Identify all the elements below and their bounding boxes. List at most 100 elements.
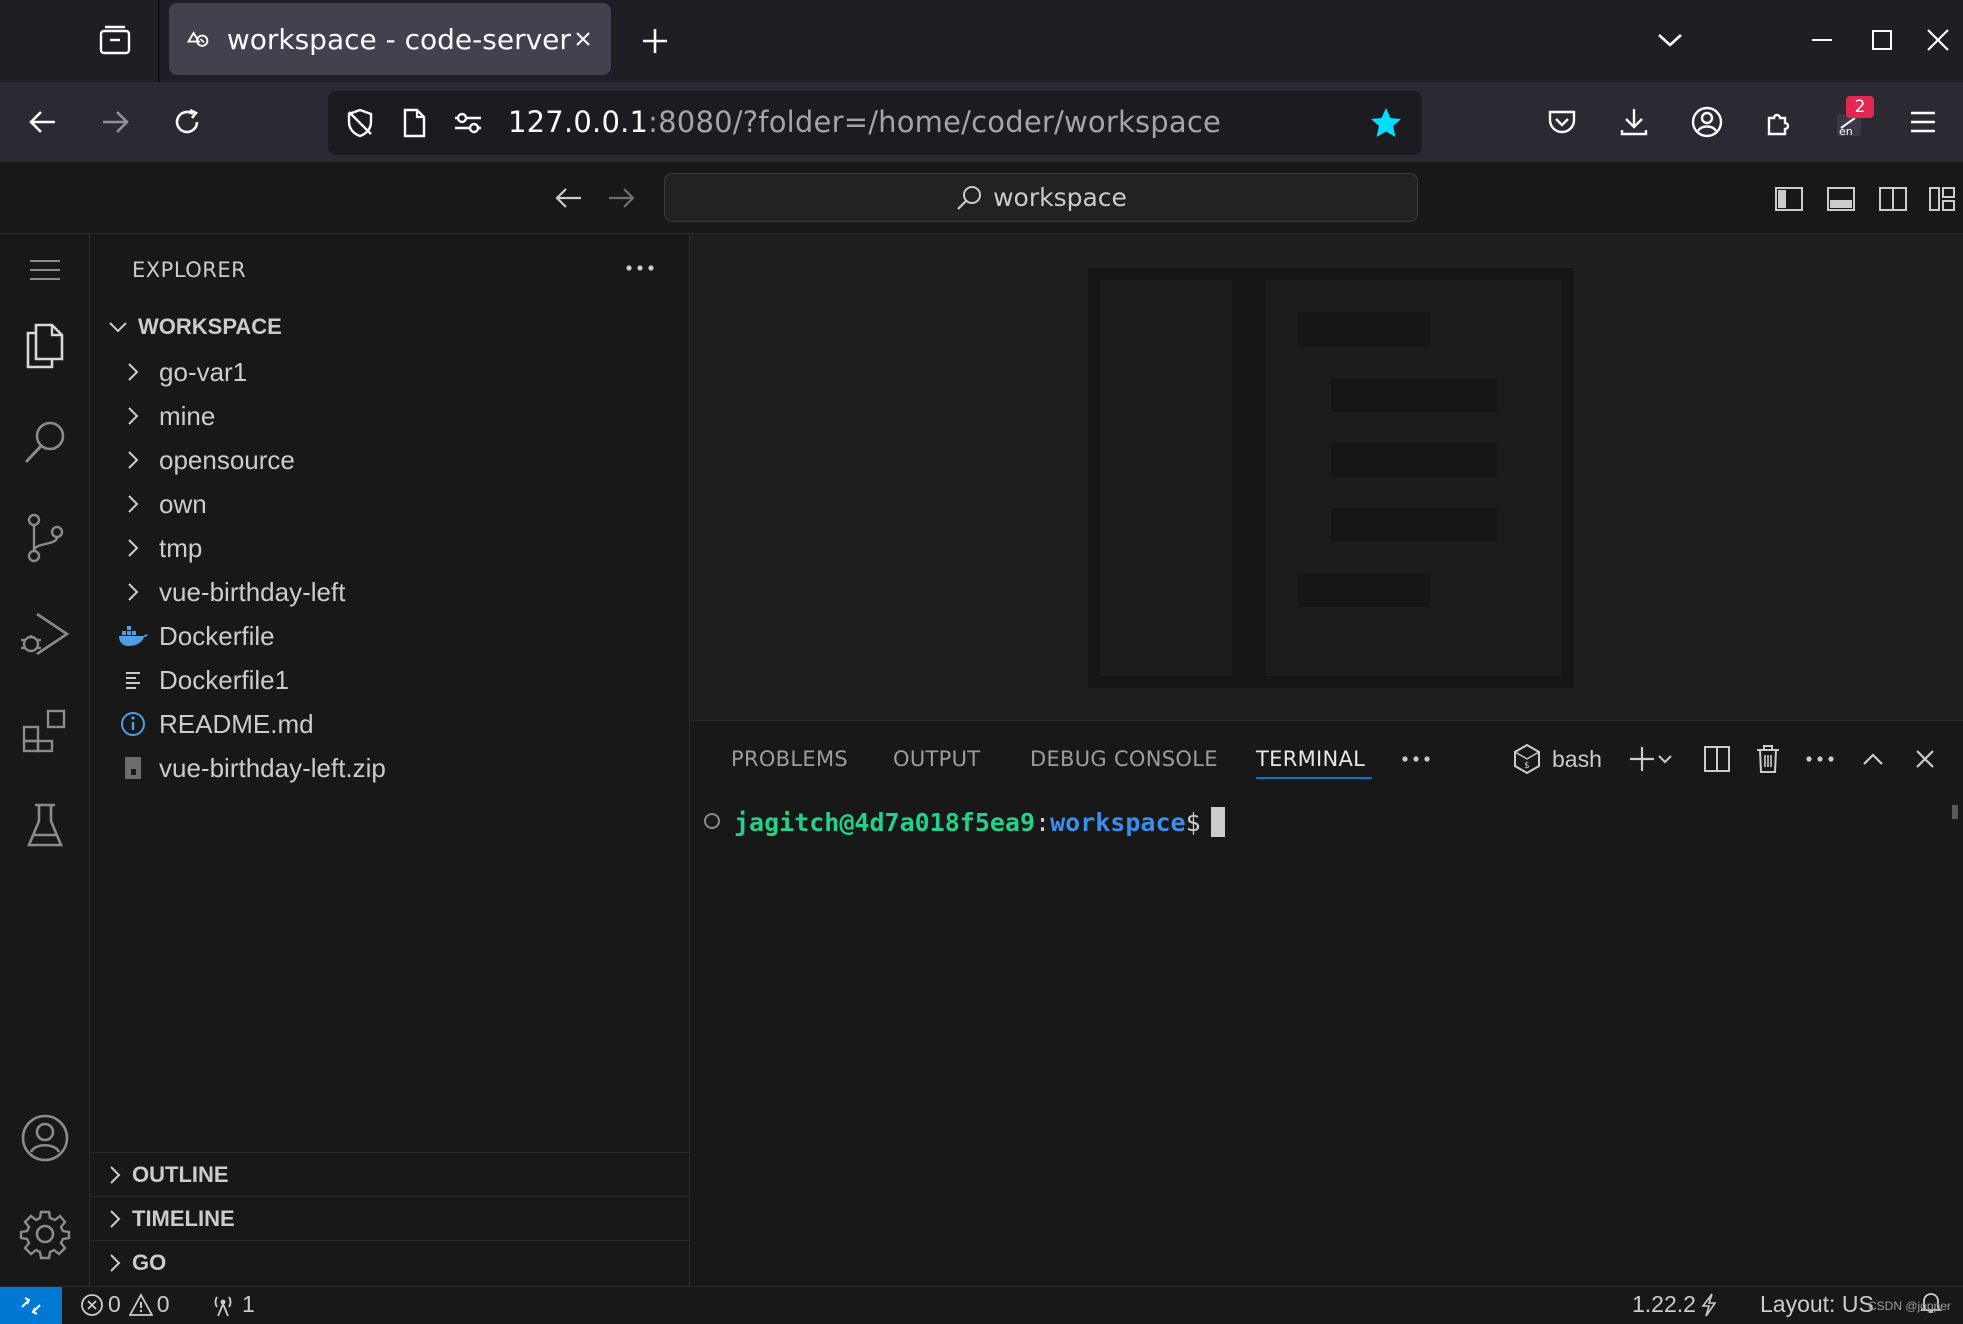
activity-run-debug[interactable] bbox=[13, 602, 77, 666]
terminal-prompt[interactable]: jagitch@4d7a018f5ea9:workspace$ bbox=[734, 807, 1225, 837]
tab-debug-console[interactable]: DEBUG CONSOLE bbox=[1030, 747, 1218, 771]
arrow-left-icon bbox=[555, 188, 581, 208]
tree-file-dockerfile[interactable]: Dockerfile bbox=[90, 614, 690, 658]
account-button[interactable] bbox=[1683, 98, 1731, 146]
tracking-protection-icon[interactable] bbox=[342, 105, 378, 141]
more-horizontal-icon bbox=[1402, 756, 1430, 762]
info-icon bbox=[118, 709, 148, 739]
tree-folder-vue-birthday-left[interactable]: vue-birthday-left bbox=[90, 570, 690, 614]
explorer-sidebar: EXPLORER WORKSPACE go-var1 mine opensour… bbox=[90, 234, 690, 1286]
activity-testing[interactable] bbox=[13, 794, 77, 858]
list-all-tabs-button[interactable] bbox=[1648, 20, 1692, 60]
activity-source-control[interactable] bbox=[13, 506, 77, 570]
section-outline[interactable]: OUTLINE bbox=[90, 1152, 690, 1196]
chevron-right-icon bbox=[118, 489, 148, 519]
chevron-right-icon bbox=[118, 401, 148, 431]
tab-problems[interactable]: PROBLEMS bbox=[731, 747, 848, 771]
tree-folder-go-var1[interactable]: go-var1 bbox=[90, 350, 690, 394]
terminal-launch-profile-button[interactable] bbox=[1652, 739, 1678, 779]
extensions-button[interactable] bbox=[1755, 98, 1803, 146]
split-terminal-button[interactable] bbox=[1697, 739, 1737, 779]
panel-more-actions-button[interactable] bbox=[1800, 739, 1840, 779]
tree-folder-mine[interactable]: mine bbox=[90, 394, 690, 438]
activity-search[interactable] bbox=[13, 410, 77, 474]
extensions-icon bbox=[22, 709, 66, 753]
menu-button[interactable] bbox=[13, 238, 77, 302]
section-timeline[interactable]: TIMELINE bbox=[90, 1196, 690, 1240]
tab-output[interactable]: OUTPUT bbox=[893, 747, 980, 771]
tree-folder-tmp[interactable]: tmp bbox=[90, 526, 690, 570]
tree-file-zip[interactable]: vue-birthday-left.zip bbox=[90, 746, 690, 790]
csdn-watermark: CSDN @jopper bbox=[1868, 1299, 1951, 1313]
explorer-title: EXPLORER bbox=[132, 258, 247, 282]
browser-tab-active[interactable]: workspace - code-server bbox=[169, 3, 611, 75]
terminal-shell-icon: $ bbox=[1514, 743, 1541, 775]
app-menu-button[interactable] bbox=[1899, 98, 1947, 146]
url-text[interactable]: 127.0.0.1:8080/?folder=/home/coder/works… bbox=[508, 105, 1221, 139]
close-icon bbox=[1927, 29, 1949, 51]
chevron-down-icon bbox=[1658, 34, 1682, 47]
prompt-directory: workspace bbox=[1050, 808, 1186, 837]
toggle-secondary-sidebar-button[interactable] bbox=[1875, 182, 1911, 216]
toggle-primary-sidebar-button[interactable] bbox=[1771, 182, 1807, 216]
address-bar[interactable]: 127.0.0.1:8080/?folder=/home/coder/works… bbox=[328, 91, 1422, 155]
maximize-panel-button[interactable] bbox=[1853, 739, 1893, 779]
tree-folder-opensource[interactable]: opensource bbox=[90, 438, 690, 482]
activity-extensions[interactable] bbox=[13, 698, 77, 762]
activity-accounts[interactable] bbox=[13, 1106, 77, 1170]
kill-terminal-button[interactable] bbox=[1748, 739, 1788, 779]
customize-layout-button[interactable] bbox=[1927, 182, 1957, 216]
workspace-folder-label: WORKSPACE bbox=[138, 314, 282, 339]
tree-item-label: mine bbox=[159, 400, 216, 431]
reload-button[interactable] bbox=[163, 98, 211, 146]
terminal-scrollbar[interactable] bbox=[1952, 805, 1958, 819]
tab-overview-button[interactable] bbox=[90, 18, 140, 64]
problems-status[interactable]: 0 0 bbox=[80, 1291, 170, 1318]
tree-item-label: Dockerfile1 bbox=[159, 664, 290, 695]
tree-file-dockerfile1[interactable]: Dockerfile1 bbox=[90, 658, 690, 702]
close-panel-button[interactable] bbox=[1905, 739, 1945, 779]
downloads-button[interactable] bbox=[1610, 98, 1658, 146]
url-path: :8080/?folder=/home/coder/workspace bbox=[648, 105, 1222, 139]
window-close-button[interactable] bbox=[1918, 20, 1958, 60]
reload-icon bbox=[175, 108, 199, 134]
bookmark-star-icon[interactable] bbox=[1368, 105, 1404, 141]
tree-file-readme[interactable]: README.md bbox=[90, 702, 690, 746]
chevron-up-icon bbox=[1863, 753, 1883, 765]
go-forward-button[interactable] bbox=[603, 180, 639, 216]
hamburger-menu-icon bbox=[1911, 111, 1935, 133]
editor-area[interactable] bbox=[690, 234, 1963, 720]
go-back-button[interactable] bbox=[551, 180, 587, 216]
toggle-panel-button[interactable] bbox=[1823, 182, 1859, 216]
browser-tab-strip: workspace - code-server bbox=[0, 0, 1963, 82]
pocket-button[interactable] bbox=[1538, 98, 1586, 146]
close-tab-icon[interactable] bbox=[571, 25, 595, 53]
section-go[interactable]: GO bbox=[90, 1240, 690, 1284]
browser-nav-toolbar: 127.0.0.1:8080/?folder=/home/coder/works… bbox=[0, 82, 1963, 162]
split-horizontal-icon bbox=[1704, 746, 1730, 772]
page-info-icon[interactable] bbox=[396, 105, 432, 141]
window-minimize-button[interactable] bbox=[1802, 20, 1842, 60]
minimize-icon bbox=[1812, 39, 1832, 41]
warning-icon bbox=[128, 1292, 153, 1316]
go-version-status[interactable]: 1.22.2 bbox=[1632, 1291, 1718, 1318]
command-center-search[interactable]: workspace bbox=[664, 173, 1418, 222]
tree-folder-own[interactable]: own bbox=[90, 482, 690, 526]
new-tab-button[interactable] bbox=[634, 20, 676, 62]
remote-indicator-button[interactable] bbox=[0, 1287, 62, 1324]
more-horizontal-icon bbox=[1806, 756, 1834, 762]
window-maximize-button[interactable] bbox=[1862, 20, 1902, 60]
tab-terminal[interactable]: TERMINAL bbox=[1256, 747, 1365, 771]
ports-status[interactable]: 1 bbox=[210, 1291, 255, 1318]
back-button[interactable] bbox=[19, 98, 67, 146]
forward-button[interactable] bbox=[91, 98, 139, 146]
permissions-icon[interactable] bbox=[450, 105, 486, 141]
keyboard-layout-status[interactable]: Layout: US bbox=[1760, 1291, 1874, 1318]
chevron-right-icon bbox=[118, 577, 148, 607]
activity-explorer[interactable] bbox=[13, 314, 77, 378]
activity-manage[interactable] bbox=[13, 1202, 77, 1266]
layout-customize-icon bbox=[1929, 187, 1955, 211]
panel-more-tabs-button[interactable] bbox=[1396, 739, 1436, 779]
explorer-more-actions-button[interactable] bbox=[618, 248, 662, 288]
workspace-folder-header[interactable]: WORKSPACE bbox=[90, 306, 690, 348]
